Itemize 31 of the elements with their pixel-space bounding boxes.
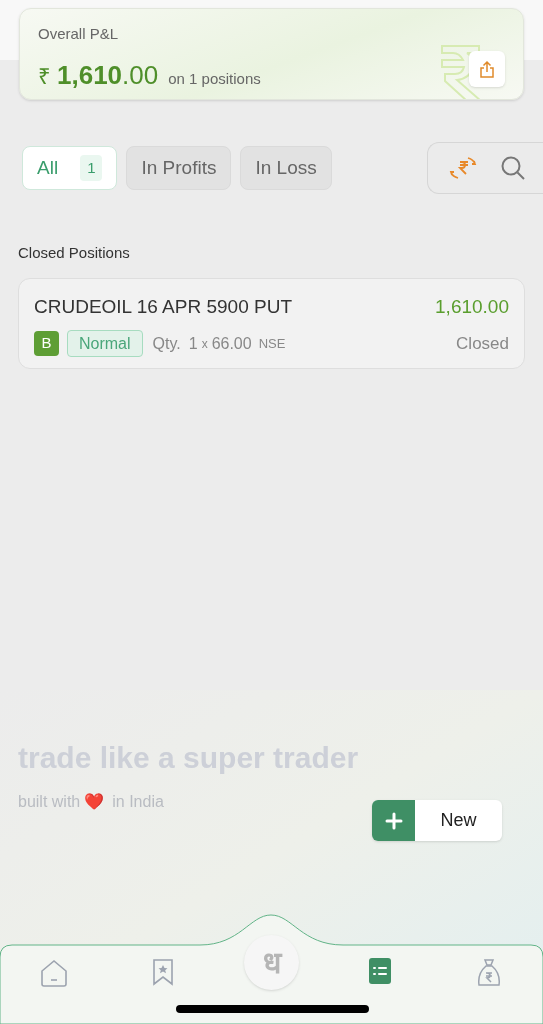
plus-icon: [384, 811, 403, 830]
new-button[interactable]: New: [372, 800, 502, 841]
price-value: 66.00: [211, 333, 252, 354]
search-icon[interactable]: [500, 155, 526, 181]
share-button[interactable]: [469, 51, 505, 87]
qty-label: Qty.: [152, 333, 181, 354]
instrument-name: CRUDEOIL 16 APR 5900 PUT: [34, 294, 292, 319]
filter-tab[interactable]: All 1: [22, 146, 118, 190]
buy-badge: B: [34, 331, 59, 356]
bookmark-star-icon[interactable]: [152, 958, 175, 986]
money-bag-icon[interactable]: [476, 958, 501, 988]
exchange-label: NSE: [258, 334, 286, 353]
product-tag: Normal: [67, 330, 143, 357]
positions-note: on 1 positions: [168, 68, 261, 89]
filter-tab[interactable]: In Loss: [240, 146, 332, 190]
qty-value: 1: [188, 333, 198, 354]
times-sign: x: [201, 335, 208, 353]
status-label: Closed: [456, 332, 509, 355]
heart-emoji: ❤: [84, 792, 105, 812]
list-icon[interactable]: [368, 958, 391, 984]
count-badge: 1: [80, 154, 103, 182]
currency-symbol: ₹: [38, 62, 51, 91]
rupee-exchange-icon[interactable]: [448, 155, 478, 181]
position-card[interactable]: CRUDEOIL 16 APR 5900 PUT 1,610.00 B Normal Qty. 1 x 66.00 NSE Closed: [18, 277, 525, 369]
pnl-label: Overall P&L: [38, 24, 120, 44]
share-icon: [479, 60, 495, 78]
home-icon[interactable]: [39, 958, 70, 988]
position-pnl: 1,610.00: [435, 294, 509, 319]
section-title: Closed Positions: [18, 243, 131, 263]
filter-tab[interactable]: In Profits: [126, 146, 232, 190]
pnl-amount: 1,610.00: [57, 58, 159, 92]
